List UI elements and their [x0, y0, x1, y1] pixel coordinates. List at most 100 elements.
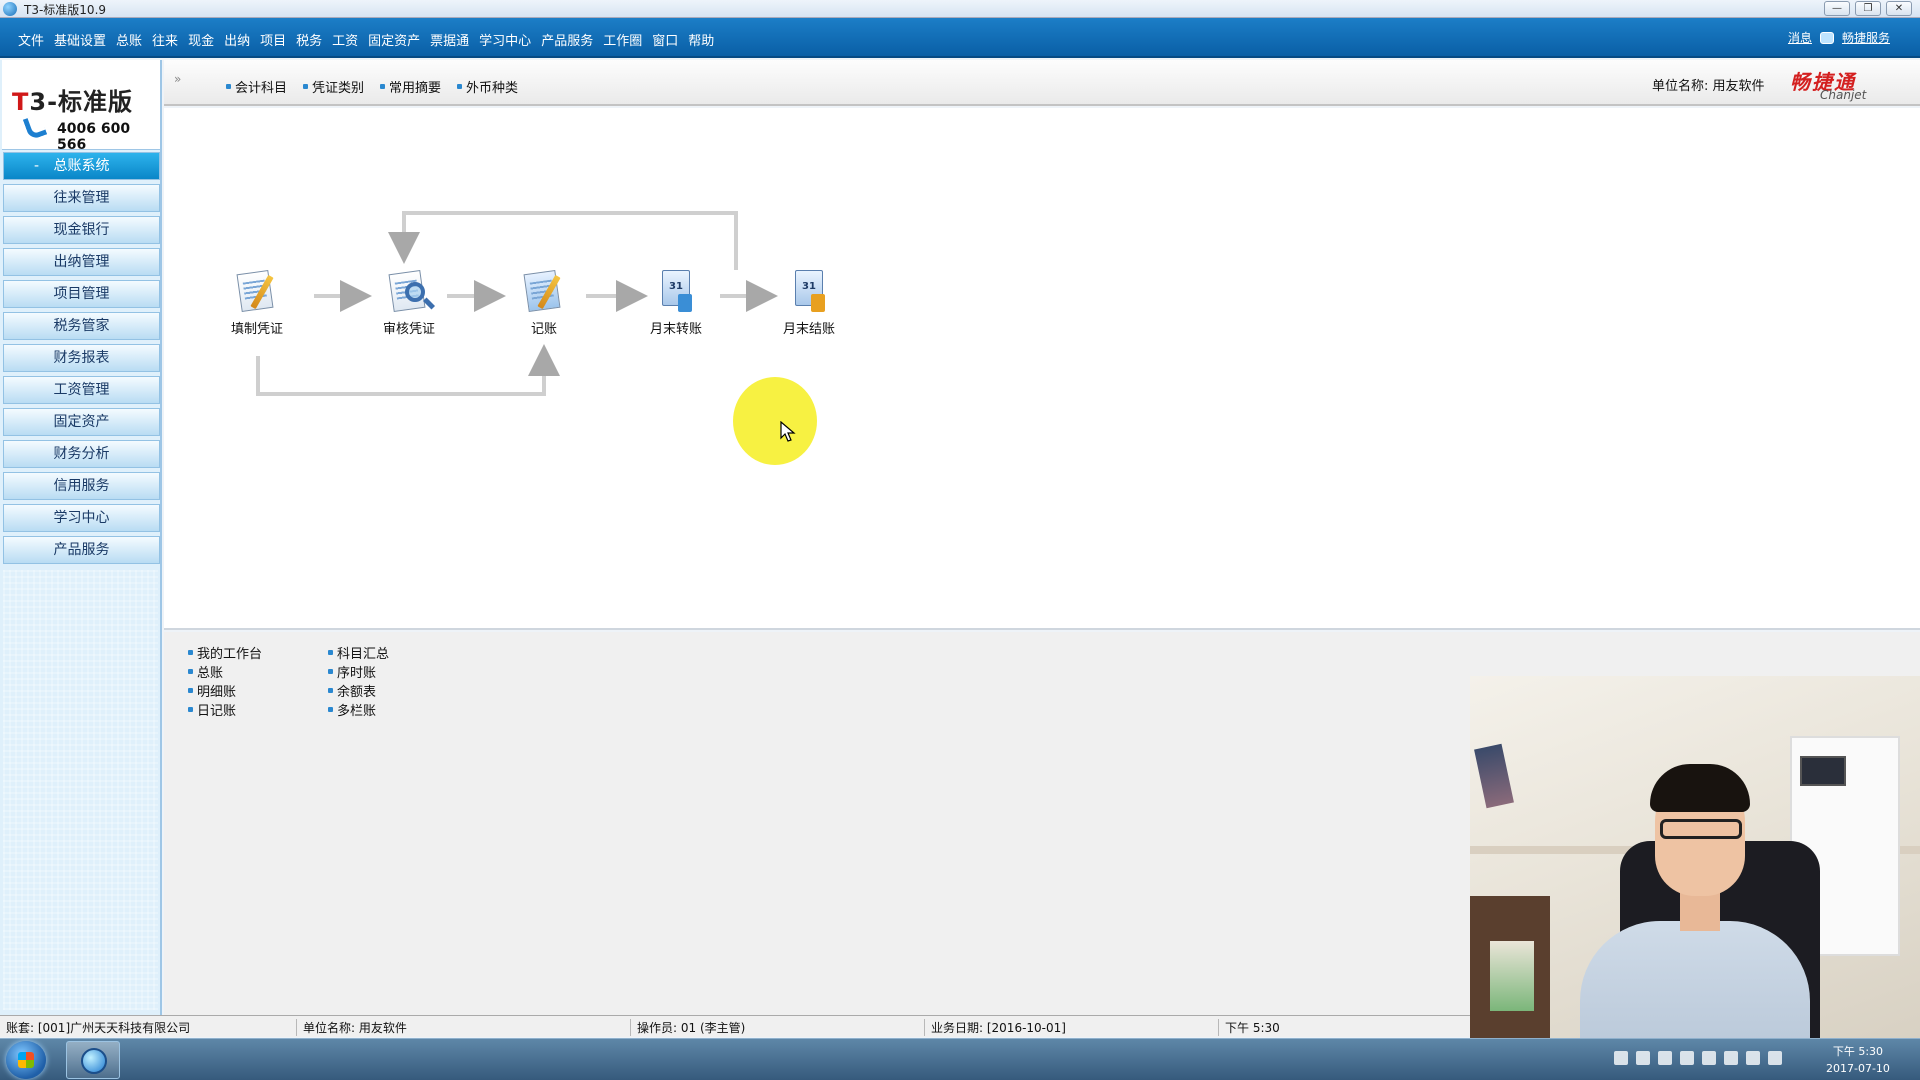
cursor-highlight [733, 377, 817, 465]
flow-node-fill-voucher[interactable]: 填制凭证 [212, 266, 302, 337]
brand-name-en: Chanjet [1820, 88, 1867, 102]
sidebar-item-fixed-assets[interactable]: 固定资产 [3, 408, 160, 436]
quick-link-journal[interactable]: 日记账 [188, 701, 328, 719]
bullet-icon [188, 669, 193, 674]
bullet-icon [328, 650, 333, 655]
sidebar-item-payroll[interactable]: 工资管理 [3, 376, 160, 404]
menu-tax[interactable]: 税务 [296, 30, 322, 49]
sidebar-item-analysis[interactable]: 财务分析 [3, 440, 160, 468]
taskbar-app-t3[interactable] [66, 1041, 120, 1079]
app-icon [3, 2, 17, 16]
taskbar-clock[interactable]: 下午 5:30 2017-07-10 [1826, 1043, 1890, 1077]
sidebar-item-product-service[interactable]: 产品服务 [3, 536, 160, 564]
menu-help[interactable]: 帮助 [688, 30, 714, 49]
volume-icon[interactable] [1768, 1051, 1782, 1065]
expand-sidebar-icon[interactable]: » [174, 72, 181, 86]
menu-bills[interactable]: 票据通 [430, 30, 469, 49]
chanjet-service-link[interactable]: 畅捷服务 [1842, 29, 1890, 46]
menu-payroll[interactable]: 工资 [332, 30, 358, 49]
quick-link-label: 序时账 [337, 666, 377, 681]
minimize-button[interactable]: — [1824, 1, 1850, 16]
status-operator: 操作员: 01 (李主管) [630, 1019, 745, 1036]
toolbar-link-accounts[interactable]: 会计科目 [226, 77, 287, 96]
quick-link-label: 余额表 [337, 685, 377, 700]
flow-node-label: 月末结账 [782, 322, 835, 337]
menu-project[interactable]: 项目 [260, 30, 286, 49]
system-tray [1614, 1051, 1782, 1065]
quick-link-subject-summary[interactable]: 科目汇总 [328, 644, 468, 662]
voucher-edit-icon [233, 266, 281, 316]
menu-basic-settings[interactable]: 基础设置 [54, 30, 106, 49]
restore-button[interactable]: ❐ [1855, 1, 1881, 16]
status-account: 账套: [001]广州天天科技有限公司 [6, 1021, 191, 1035]
toolbar-links: 会计科目 凭证类别 常用摘要 外币种类 [226, 77, 518, 96]
bullet-icon [188, 688, 193, 693]
sidebar-item-receivables[interactable]: 往来管理 [3, 184, 160, 212]
logo-title-prefix: T [12, 88, 30, 116]
toolbar-link-currencies[interactable]: 外币种类 [457, 77, 518, 96]
keyboard-icon[interactable] [1614, 1051, 1628, 1065]
menu-window[interactable]: 窗口 [652, 30, 678, 49]
pen-icon[interactable] [1636, 1051, 1650, 1065]
flag-icon[interactable] [1746, 1051, 1760, 1065]
bullet-icon [380, 84, 386, 89]
toolbar-link-voucher-types[interactable]: 凭证类别 [303, 77, 364, 96]
menu-items: 文件 基础设置 总账 往来 现金 出纳 项目 税务 工资 固定资产 票据通 学习… [18, 30, 724, 49]
menu-cashier[interactable]: 出纳 [224, 30, 250, 49]
menu-learning[interactable]: 学习中心 [479, 30, 531, 49]
presenter-hair [1650, 764, 1750, 812]
sidebar-item-reports[interactable]: 财务报表 [3, 344, 160, 372]
clock-time: 下午 5:30 [1832, 1045, 1884, 1058]
bullet-icon [226, 84, 231, 89]
quick-link-detail-ledger[interactable]: 明细账 [188, 682, 328, 700]
menu-file[interactable]: 文件 [18, 30, 44, 49]
voucher-audit-icon [385, 266, 433, 316]
input-method-icon[interactable] [1658, 1051, 1672, 1065]
toolbar: » 会计科目 凭证类别 常用摘要 外币种类 单位名称: 用友软件 畅捷通 Cha… [164, 60, 1920, 106]
taskbar: 下午 5:30 2017-07-10 [0, 1038, 1920, 1080]
close-button[interactable]: ✕ [1886, 1, 1912, 16]
start-button[interactable] [6, 1041, 46, 1079]
presenter-glasses [1660, 819, 1742, 839]
sidebar-item-credit[interactable]: 信用服务 [3, 472, 160, 500]
sidebar-item-cashier[interactable]: 出纳管理 [3, 248, 160, 276]
quick-link-balance[interactable]: 余额表 [328, 682, 468, 700]
menu-work-circle[interactable]: 工作圈 [603, 30, 642, 49]
quick-link-multi-column[interactable]: 多栏账 [328, 701, 468, 719]
sidebar-item-label: 总账系统 [53, 158, 110, 174]
sidebar-item-learning[interactable]: 学习中心 [3, 504, 160, 532]
sidebar-item-tax[interactable]: 税务管家 [3, 312, 160, 340]
sidebar-item-general-ledger[interactable]: - 总账系统 [3, 152, 160, 180]
quick-link-label: 我的工作台 [197, 647, 263, 662]
chanjet-logo: 畅捷通 Chanjet [1790, 66, 1890, 102]
toolbar-link-label: 会计科目 [235, 81, 288, 96]
unit-name-label: 单位名称: 用友软件 [1652, 79, 1765, 94]
menu-cash[interactable]: 现金 [188, 30, 214, 49]
hotline-number: 4006 600 566 [57, 121, 131, 153]
network-tool-icon[interactable] [1680, 1051, 1694, 1065]
flow-node-month-end-transfer[interactable]: 月末转账 [631, 266, 721, 337]
sidebar: T3-标准版 4006 600 566 - 总账系统 往来管理 现金银行 出纳管理… [0, 60, 162, 1015]
messages-link[interactable]: 消息 [1788, 29, 1812, 46]
flow-node-posting[interactable]: 记账 [499, 266, 589, 337]
flow-node-label: 填制凭证 [230, 322, 283, 337]
quick-link-general-ledger[interactable]: 总账 [188, 663, 328, 681]
sidebar-background-pattern [3, 570, 158, 1010]
flow-node-month-end-close[interactable]: 月末结账 [764, 266, 854, 337]
quick-link-chronological[interactable]: 序时账 [328, 663, 468, 681]
webcam-overlay [1470, 676, 1920, 1038]
menu-general-ledger[interactable]: 总账 [116, 30, 142, 49]
calendar-transfer-icon [652, 266, 700, 316]
menu-product-service[interactable]: 产品服务 [541, 30, 593, 49]
sidebar-item-cash-bank[interactable]: 现金银行 [3, 216, 160, 244]
network-icon[interactable] [1724, 1051, 1738, 1065]
title-bar: T3-标准版10.9 — ❐ ✕ [0, 0, 1920, 18]
security-icon[interactable] [1702, 1051, 1716, 1065]
menu-receivables[interactable]: 往来 [152, 30, 178, 49]
quick-link-workbench[interactable]: 我的工作台 [188, 644, 328, 662]
menu-fixed-assets[interactable]: 固定资产 [368, 30, 420, 49]
flow-node-audit-voucher[interactable]: 审核凭证 [364, 266, 454, 337]
logo-title: T3-标准版 [12, 82, 133, 117]
toolbar-link-summaries[interactable]: 常用摘要 [380, 77, 441, 96]
sidebar-item-project[interactable]: 项目管理 [3, 280, 160, 308]
